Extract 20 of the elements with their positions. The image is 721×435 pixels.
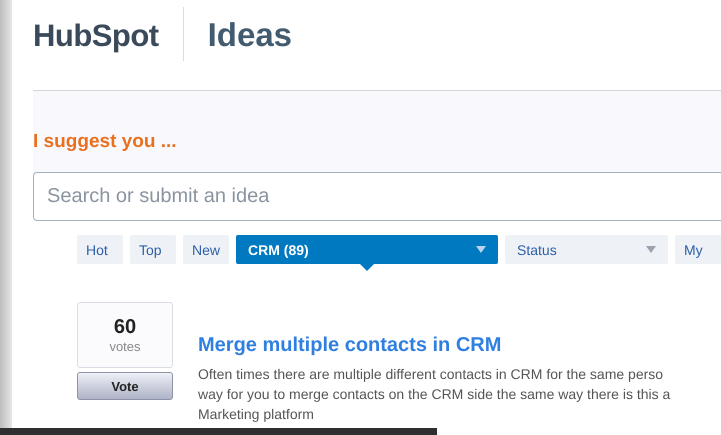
- idea-description-line: Marketing platform: [198, 405, 315, 424]
- vote-count: 60: [114, 316, 136, 339]
- filter-tab[interactable]: New: [183, 235, 230, 264]
- idea-description-line: Often times there are multiple different contacts in CRM for the same perso: [198, 365, 664, 384]
- vote-button[interactable]: Vote: [77, 372, 173, 400]
- prompt-heading: I suggest you ...: [33, 131, 178, 153]
- logo-text: HubSpot: [33, 18, 159, 54]
- caret-icon: [476, 246, 486, 253]
- selection-pointer-icon: [360, 264, 374, 271]
- caret-icon: [646, 246, 656, 253]
- idea-description-line: way for you to merge contacts on the CRM side the same way there is this a: [198, 385, 670, 404]
- page-title: Ideas: [208, 16, 292, 54]
- filter-tab[interactable]: My: [675, 235, 721, 264]
- filter-dropdown[interactable]: CRM (89): [236, 235, 498, 264]
- filter-tab[interactable]: Hot: [77, 235, 123, 264]
- filter-tab[interactable]: Top: [130, 235, 176, 264]
- filter-dropdown[interactable]: Status: [505, 235, 668, 264]
- search-field[interactable]: Search or submit an idea: [33, 172, 721, 221]
- votes-label: votes: [109, 339, 141, 354]
- idea-title-link[interactable]: Merge multiple contacts in CRM: [198, 334, 670, 357]
